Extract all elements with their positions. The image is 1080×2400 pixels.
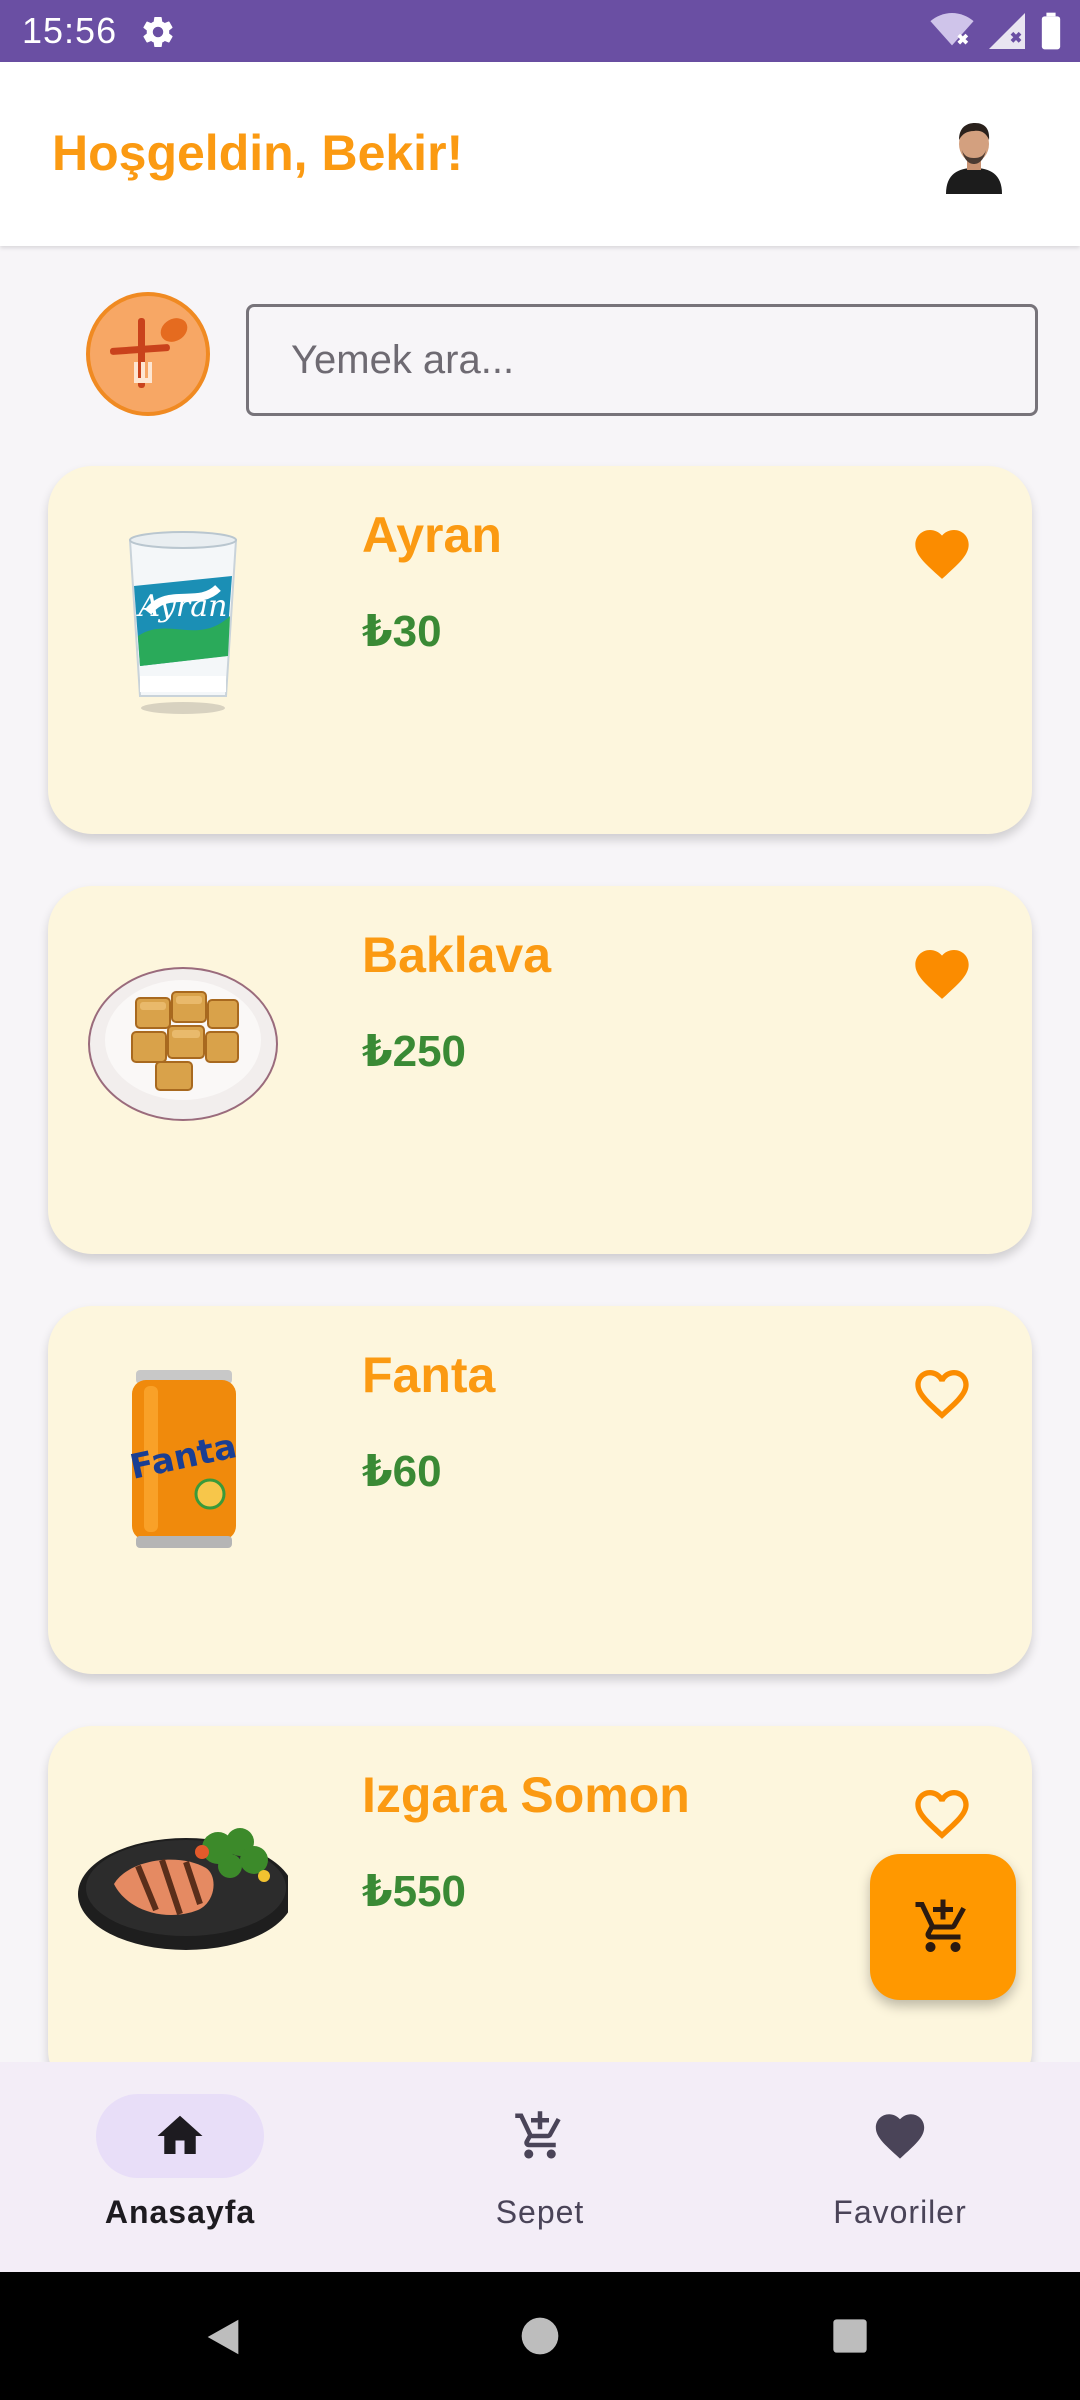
product-name: Baklava bbox=[362, 927, 552, 983]
add-cart-icon bbox=[915, 1899, 966, 1952]
wifi-off-icon bbox=[930, 13, 974, 46]
product-price: ₺60 bbox=[362, 1447, 442, 1496]
grilled-salmon-image bbox=[78, 1828, 288, 1950]
product-name: Fanta bbox=[362, 1347, 496, 1403]
avatar[interactable] bbox=[938, 114, 1010, 194]
nav-pill[interactable] bbox=[456, 2094, 624, 2178]
system-navigation-bar bbox=[0, 2272, 1080, 2400]
product-name: Izgara Somon bbox=[362, 1767, 690, 1823]
home-circle-icon[interactable] bbox=[518, 2314, 562, 2358]
product-card-ayran[interactable]: Ayran Ayran ₺30 bbox=[48, 466, 1032, 834]
home-icon bbox=[157, 2115, 203, 2154]
fanta-can-image: Fanta bbox=[127, 1370, 240, 1548]
product-price: ₺550 bbox=[362, 1867, 467, 1916]
add-cart-icon bbox=[515, 2111, 561, 2159]
battery-icon bbox=[1041, 12, 1061, 50]
favorite-filled-heart-icon[interactable] bbox=[910, 522, 974, 586]
heart-icon bbox=[875, 2114, 925, 2159]
search-field[interactable] bbox=[246, 304, 1038, 416]
ayran-cup-image: Ayran bbox=[128, 531, 238, 714]
back-triangle-icon[interactable] bbox=[200, 2314, 246, 2360]
signal-icon bbox=[989, 13, 1025, 49]
greeting-title: Hoşgeldin, Bekir! bbox=[52, 125, 464, 181]
nav-pill[interactable] bbox=[816, 2094, 984, 2178]
nav-pill-active[interactable] bbox=[96, 2094, 264, 2178]
nav-label: Favoriler bbox=[833, 2194, 967, 2230]
svg-text:Ayran: Ayran bbox=[136, 589, 228, 624]
product-list[interactable]: Ayran Ayran ₺30 Baklava ₺250 Fanta Fanta… bbox=[0, 462, 1080, 2062]
settings-gear-icon bbox=[143, 17, 173, 48]
nav-item-sepet[interactable]: Sepet bbox=[390, 2094, 690, 2231]
product-card-fanta[interactable]: Fanta Fanta ₺60 bbox=[48, 1306, 1032, 1674]
nav-item-favoriler[interactable]: Favoriler bbox=[750, 2094, 1050, 2231]
recents-square-icon[interactable] bbox=[830, 2316, 870, 2356]
app-logo bbox=[86, 292, 210, 416]
favorite-outline-heart-icon[interactable] bbox=[910, 1782, 974, 1846]
nav-label: Anasayfa bbox=[104, 2194, 256, 2230]
favorite-filled-heart-icon[interactable] bbox=[910, 942, 974, 1006]
nav-label: Sepet bbox=[495, 2194, 585, 2230]
add-to-cart-fab[interactable] bbox=[870, 1854, 1016, 2000]
favorite-outline-heart-icon[interactable] bbox=[910, 1362, 974, 1426]
search-input[interactable] bbox=[289, 336, 993, 384]
product-name: Ayran bbox=[362, 507, 502, 563]
status-bar: 15:56 bbox=[0, 0, 1080, 62]
product-card-baklava[interactable]: Baklava ₺250 bbox=[48, 886, 1032, 1254]
bottom-navigation: Anasayfa Sepet Favoriler bbox=[0, 2062, 1080, 2272]
baklava-plate-image bbox=[88, 967, 278, 1121]
product-price: ₺30 bbox=[362, 607, 442, 656]
fork-spoon-logo-icon bbox=[109, 318, 188, 388]
nav-item-anasayfa[interactable]: Anasayfa bbox=[30, 2094, 330, 2231]
app-header: Hoşgeldin, Bekir! bbox=[0, 62, 1080, 246]
status-time: 15:56 bbox=[22, 10, 118, 51]
product-price: ₺250 bbox=[362, 1027, 467, 1076]
